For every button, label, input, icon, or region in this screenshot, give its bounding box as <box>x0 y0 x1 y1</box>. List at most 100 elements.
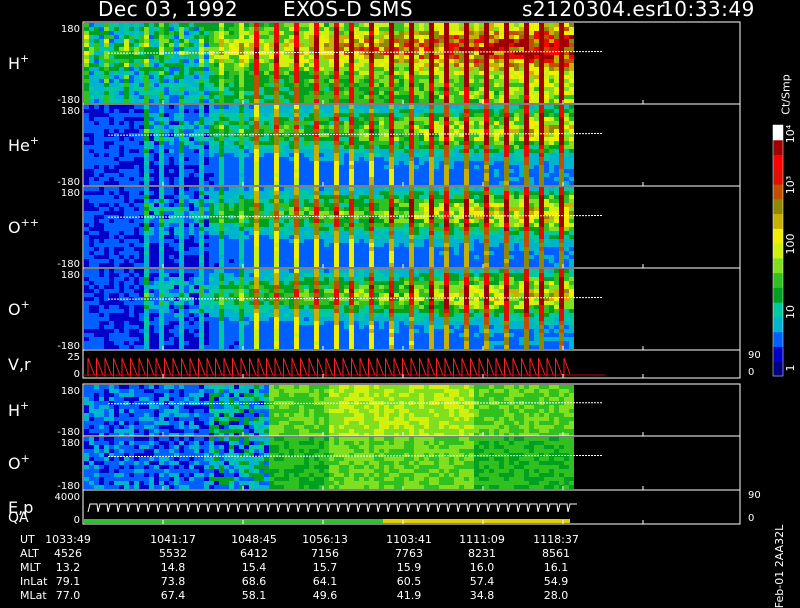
spectrogram-cell <box>334 91 339 95</box>
spectrogram-cell <box>239 251 244 255</box>
spectrogram-cell <box>339 247 344 251</box>
spectrogram-cell <box>159 95 164 99</box>
spectrogram-cell <box>339 59 344 63</box>
spectrogram-cell <box>294 95 299 99</box>
spectrogram-cell <box>549 137 554 141</box>
spectrogram-cell <box>139 95 144 99</box>
spectrogram-cell <box>324 149 329 153</box>
spectrogram-cell <box>199 23 204 27</box>
spectrogram-cell <box>474 145 479 149</box>
spectrogram-cell <box>184 181 189 185</box>
spectrogram-cell <box>489 79 494 83</box>
spectrogram-cell <box>194 161 199 165</box>
spectrogram-cell <box>119 259 124 263</box>
spectrogram-cell <box>189 109 194 113</box>
spectrogram-cell <box>529 169 534 173</box>
spectrogram-cell <box>394 121 399 125</box>
spectrogram-cell <box>424 141 429 145</box>
spectrogram-cell <box>434 161 439 165</box>
spectrogram-cell <box>239 203 244 207</box>
spectrogram-cell <box>89 187 94 191</box>
spectrogram-cell <box>84 203 89 207</box>
spectrogram-cell <box>304 137 309 141</box>
spectrogram-cell <box>179 235 184 239</box>
spectrogram-cell <box>254 243 259 247</box>
spectrogram-cell <box>114 47 119 51</box>
spectrogram-cell <box>249 169 254 173</box>
spectrogram-cell <box>119 207 124 211</box>
spectrogram-cell <box>289 161 294 165</box>
spectrogram-cell <box>464 117 469 121</box>
spectrogram-cell <box>139 59 144 63</box>
spectrogram-cell <box>184 251 189 255</box>
spectrogram-cell <box>249 157 254 161</box>
spectrogram-cell <box>434 91 439 95</box>
spectrogram-cell <box>194 169 199 173</box>
spectrogram-cell <box>409 149 414 153</box>
spectrogram-cell <box>329 227 334 231</box>
spectrogram-cell <box>134 83 139 87</box>
spectrogram-cell <box>489 113 494 117</box>
spectrogram-cell <box>114 173 119 177</box>
spectrogram-cell <box>114 27 119 31</box>
spectrogram-cell <box>104 195 109 199</box>
spectrogram-cell <box>269 157 274 161</box>
spectrogram-cell <box>309 149 314 153</box>
spectrogram-cell <box>219 211 224 215</box>
spectrogram-cell <box>144 227 149 231</box>
spectrogram-cell <box>154 211 159 215</box>
spectrogram-cell <box>539 63 544 67</box>
spectrogram-cell <box>309 181 314 185</box>
spectrogram-cell <box>334 141 339 145</box>
spectrogram-cell <box>414 145 419 149</box>
spectrogram-cell <box>409 113 414 117</box>
spectrogram-cell <box>324 117 329 121</box>
spectrogram-cell <box>379 79 384 83</box>
spectrogram-cell <box>464 35 469 39</box>
spectrogram-cell <box>529 67 534 71</box>
spectrogram-cell <box>134 203 139 207</box>
spectrogram-cell <box>234 169 239 173</box>
spectrogram-cell <box>289 181 294 185</box>
spectrogram-cell <box>249 67 254 71</box>
spectrogram-cell <box>524 79 529 83</box>
spectrogram-cell <box>139 251 144 255</box>
spectrogram-cell <box>314 177 319 181</box>
spectrogram-cell <box>474 59 479 63</box>
spectrogram-cell <box>359 145 364 149</box>
spectrogram-cell <box>434 173 439 177</box>
spectrogram-cell <box>444 153 449 157</box>
spectrogram-figure: H+180-180He+180-180O++180-180O+180-180V,… <box>0 0 800 530</box>
spectrogram-cell <box>354 71 359 75</box>
spectrogram-cell <box>329 51 334 55</box>
spectrogram-cell <box>234 91 239 95</box>
spectrogram-cell <box>199 95 204 99</box>
spectrogram-cell <box>344 211 349 215</box>
spectrogram-cell <box>264 23 269 27</box>
spectrogram-cell <box>454 23 459 27</box>
spectrogram-cell <box>109 251 114 255</box>
spectrogram-cell <box>184 157 189 161</box>
spectrogram-cell <box>264 105 269 109</box>
spectrogram-cell <box>294 169 299 173</box>
spectrogram-cell <box>124 31 129 35</box>
spectrogram-cell <box>464 63 469 67</box>
spectrogram-cell <box>144 219 149 223</box>
spectrogram-cell <box>244 149 249 153</box>
spectrogram-cell <box>454 83 459 87</box>
spectrogram-cell <box>154 99 159 103</box>
spectrogram-cell <box>169 63 174 67</box>
spectrogram-cell <box>214 157 219 161</box>
spectrogram-cell <box>429 141 434 145</box>
spectrogram-cell <box>319 235 324 239</box>
spectrogram-cell <box>229 47 234 51</box>
spectrogram-cell <box>479 39 484 43</box>
spectrogram-cell <box>239 191 244 195</box>
spectrogram-cell <box>319 129 324 133</box>
spectrogram-cell <box>229 165 234 169</box>
spectrogram-cell <box>109 105 114 109</box>
spectrogram-cell <box>119 211 124 215</box>
spectrogram-cell <box>249 173 254 177</box>
spectrogram-cell <box>384 117 389 121</box>
spectrogram-cell <box>149 117 154 121</box>
